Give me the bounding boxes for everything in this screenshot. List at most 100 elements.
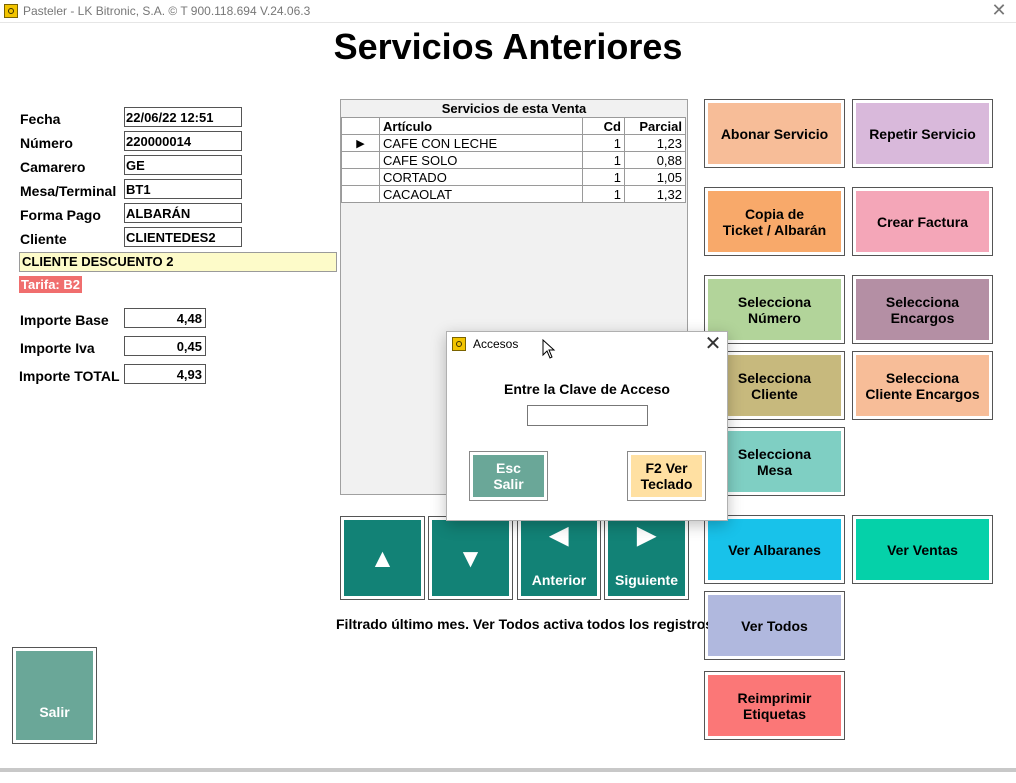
fecha-label: Fecha [20,111,61,127]
importe-iva-field: 0,45 [124,336,206,356]
window-bottom-edge [0,768,1016,772]
dialog-close-button[interactable]: ✕ [702,333,724,355]
esc-label-1: Esc [496,460,521,476]
cell-articulo: CORTADO [379,168,583,186]
importe-base-label: Importe Base [20,312,109,328]
table-row[interactable]: CACAOLAT 1 1,32 [341,185,686,203]
selecciona-mesa-label-2: Mesa [756,461,793,478]
cell-parcial: 0,88 [624,151,686,169]
selecciona-cliente-encargos-label-1: Selecciona [885,369,960,386]
selecciona-numero-label-1: Selecciona [737,293,812,310]
column-header-parcial[interactable]: Parcial [624,117,686,135]
dialog-power-icon [452,337,466,351]
selecciona-encargos-label-1: Selecciona [885,293,960,310]
esc-salir-button[interactable]: Esc Salir [469,451,548,501]
f2-label-2: Teclado [640,476,693,492]
accesos-dialog: Accesos ✕ Entre la Clave de Acceso Esc S… [446,331,728,521]
ver-todos-button[interactable]: Ver Todos [704,591,845,660]
filter-note: Filtrado último mes. Ver Todos activa to… [336,616,714,632]
grid-caption: Servicios de esta Venta [441,101,587,116]
dialog-title: Accesos [473,337,519,351]
right-arrow-icon: ▶ [637,522,656,549]
cell-articulo: CACAOLAT [379,185,583,203]
mesa-terminal-field: BT1 [124,179,242,199]
salir-button[interactable]: Salir [12,647,97,744]
column-header-cd[interactable]: Cd [582,117,625,135]
cell-articulo: CAFE SOLO [379,151,583,169]
forma-pago-label: Forma Pago [20,207,101,223]
fecha-field: 22/06/22 12:51 [124,107,242,127]
row-indicator [341,168,380,186]
importe-base-field: 4,48 [124,308,206,328]
window-titlebar: Pasteler - LK Bitronic, S.A. © T 900.118… [0,0,1016,23]
table-header-row: Artículo Cd Parcial [341,117,686,135]
dialog-prompt: Entre la Clave de Acceso [503,381,670,397]
repetir-servicio-button[interactable]: Repetir Servicio [852,99,993,168]
ver-todos-label: Ver Todos [741,617,808,634]
mesa-terminal-label: Mesa/Terminal [20,183,117,199]
importe-total-label: Importe TOTAL [19,368,120,384]
cell-cd: 1 [582,134,625,152]
cell-parcial: 1,05 [624,168,686,186]
crear-factura-button[interactable]: Crear Factura [852,187,993,256]
scroll-up-button[interactable]: ▲ [340,516,425,600]
anterior-button[interactable]: ◀ Anterior [517,516,601,600]
row-indicator-header [341,117,380,135]
siguiente-label: Siguiente [614,572,678,588]
reimprimir-etiquetas-label-2: Etiquetas [742,705,806,722]
f2-ver-teclado-button[interactable]: F2 Ver Teclado [627,451,706,501]
cell-cd: 1 [582,185,625,203]
anterior-label: Anterior [531,572,587,588]
selecciona-cliente-encargos-button[interactable]: Selecciona Cliente Encargos [852,351,993,420]
abonar-servicio-label: Abonar Servicio [720,125,829,142]
page-title: Servicios Anteriores [333,26,683,67]
importe-total-field: 4,93 [124,364,206,384]
access-key-input[interactable] [527,405,648,426]
selecciona-encargos-label-2: Encargos [890,309,955,326]
client-name-display: CLIENTE DESCUENTO 2 [19,252,337,272]
row-indicator [341,151,380,169]
numero-field: 220000014 [124,131,242,151]
up-arrow-icon: ▲ [369,543,396,573]
ver-albaranes-label: Ver Albaranes [728,541,821,558]
selecciona-cliente-label-2: Cliente [751,385,798,402]
cell-cd: 1 [582,168,625,186]
left-arrow-icon: ◀ [549,522,569,549]
window-title: Pasteler - LK Bitronic, S.A. © T 900.118… [23,4,311,18]
cell-parcial: 1,23 [624,134,686,152]
services-table: Artículo Cd Parcial ▶ CAFE CON LECHE 1 1… [341,117,686,203]
copia-ticket-label-2: Ticket / Albarán [722,221,827,238]
selecciona-cliente-label-1: Selecciona [737,369,812,386]
camarero-label: Camarero [20,159,86,175]
ver-ventas-button[interactable]: Ver Ventas [852,515,993,584]
reimprimir-etiquetas-button[interactable]: Reimprimir Etiquetas [704,671,845,740]
selecciona-mesa-label-1: Selecciona [737,445,812,462]
ver-ventas-label: Ver Ventas [887,541,958,558]
repetir-servicio-label: Repetir Servicio [869,125,976,142]
ver-albaranes-button[interactable]: Ver Albaranes [704,515,845,584]
cell-cd: 1 [582,151,625,169]
crear-factura-label: Crear Factura [876,213,969,230]
scroll-down-button[interactable]: ▼ [428,516,513,600]
down-arrow-icon: ▼ [457,543,484,573]
selecciona-cliente-encargos-label-2: Cliente Encargos [865,385,980,402]
cell-parcial: 1,32 [624,185,686,203]
selecciona-encargos-button[interactable]: Selecciona Encargos [852,275,993,344]
reimprimir-etiquetas-label-1: Reimprimir [737,689,812,706]
camarero-field: GE [124,155,242,175]
forma-pago-field: ALBARÁN [124,203,242,223]
siguiente-button[interactable]: ▶ Siguiente [604,516,689,600]
column-header-articulo[interactable]: Artículo [379,117,583,135]
mouse-pointer-icon [542,339,556,359]
copia-ticket-button[interactable]: Copia de Ticket / Albarán [704,187,845,256]
abonar-servicio-button[interactable]: Abonar Servicio [704,99,845,168]
table-row[interactable]: CORTADO 1 1,05 [341,168,686,186]
app-power-icon [4,4,18,18]
dialog-titlebar[interactable]: Accesos ✕ [447,332,727,356]
cliente-label: Cliente [20,231,67,247]
row-indicator [341,185,380,203]
salir-label: Salir [39,704,70,720]
table-row[interactable]: CAFE SOLO 1 0,88 [341,151,686,169]
table-row[interactable]: ▶ CAFE CON LECHE 1 1,23 [341,134,686,152]
window-close-button[interactable]: ✕ [988,0,1010,20]
